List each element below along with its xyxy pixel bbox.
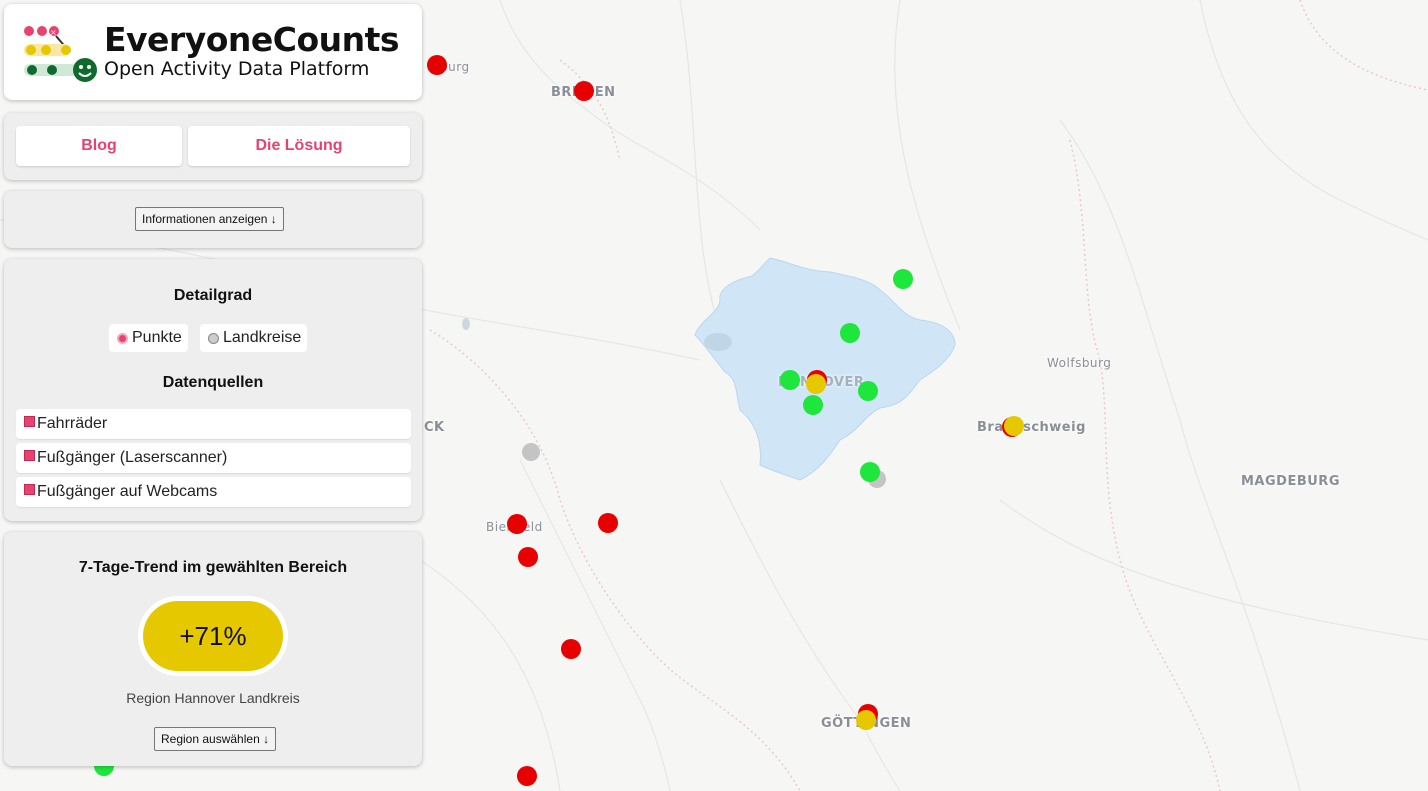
detail-option-label: Landkreise [223,329,302,346]
map-marker[interactable] [856,710,876,730]
map-marker[interactable] [803,395,823,415]
logo-panel: × EveryoneCounts Open Activity Data Plat… [4,4,422,100]
everyonecounts-logo-icon: × [24,26,97,82]
city-label-osnabrueck: CK [424,420,445,435]
checkbox-checked-icon[interactable] [24,415,35,427]
map-marker[interactable] [598,513,618,533]
map-marker[interactable] [561,639,581,659]
filter-panel: Detailgrad Punkte Landkreise Datenquelle… [4,259,422,521]
trend-heading: 7-Tage-Trend im gewählten Bereich [78,559,348,576]
brand-title: EveryoneCounts [104,20,400,59]
map-marker[interactable] [1004,416,1024,436]
solution-button[interactable]: Die Lösung [188,126,410,166]
source-item-bikes[interactable]: Fahrräder [16,409,411,439]
data-sources-heading: Datenquellen [162,374,264,391]
map-marker[interactable] [522,443,540,461]
trend-value: +71% [143,601,283,671]
blog-button[interactable]: Blog [16,126,182,166]
source-item-pedestrians-webcam[interactable]: Fußgänger auf Webcams [16,477,411,507]
map-marker[interactable] [893,269,913,289]
map-marker[interactable] [427,55,447,75]
source-label: Fußgänger auf Webcams [37,483,218,500]
city-label-wolfsburg: Wolfsburg [1047,356,1112,370]
map-marker[interactable] [780,370,800,390]
map-marker[interactable] [507,514,527,534]
map-marker[interactable] [517,766,537,786]
info-panel: Informationen anzeigen ↓ [4,191,422,248]
show-information-button[interactable]: Informationen anzeigen ↓ [135,207,284,231]
trend-panel: 7-Tage-Trend im gewählten Bereich +71% R… [4,532,422,766]
svg-text:×: × [50,28,57,37]
detail-option-points[interactable]: Punkte [109,324,188,352]
source-label: Fußgänger (Laserscanner) [37,449,228,466]
map-marker[interactable] [518,547,538,567]
source-item-pedestrians-laser[interactable]: Fußgänger (Laserscanner) [16,443,411,473]
radio-unselected-icon [208,332,219,344]
map-marker[interactable] [574,81,594,101]
trend-badge: +71% [138,596,288,676]
select-region-button[interactable]: Region auswählen ↓ [154,727,277,751]
nav-panel: Blog Die Lösung [4,113,422,180]
checkbox-checked-icon[interactable] [24,449,35,461]
map-marker[interactable] [840,323,860,343]
checkbox-checked-icon[interactable] [24,483,35,495]
city-label-braunschweig: Braunschweig [977,420,1086,435]
brand-subtitle: Open Activity Data Platform [104,58,370,80]
radio-selected-icon [117,332,128,344]
source-label: Fahrräder [37,415,108,432]
detail-option-districts[interactable]: Landkreise [200,324,308,352]
selected-region-name: Region Hannover Landkreis [126,690,300,706]
map-marker[interactable] [860,462,880,482]
detail-option-label: Punkte [132,329,182,346]
city-label-magdeburg: MAGDEBURG [1241,474,1340,489]
detail-level-heading: Detailgrad [173,287,253,304]
map-marker[interactable] [806,374,826,394]
map-marker[interactable] [858,381,878,401]
